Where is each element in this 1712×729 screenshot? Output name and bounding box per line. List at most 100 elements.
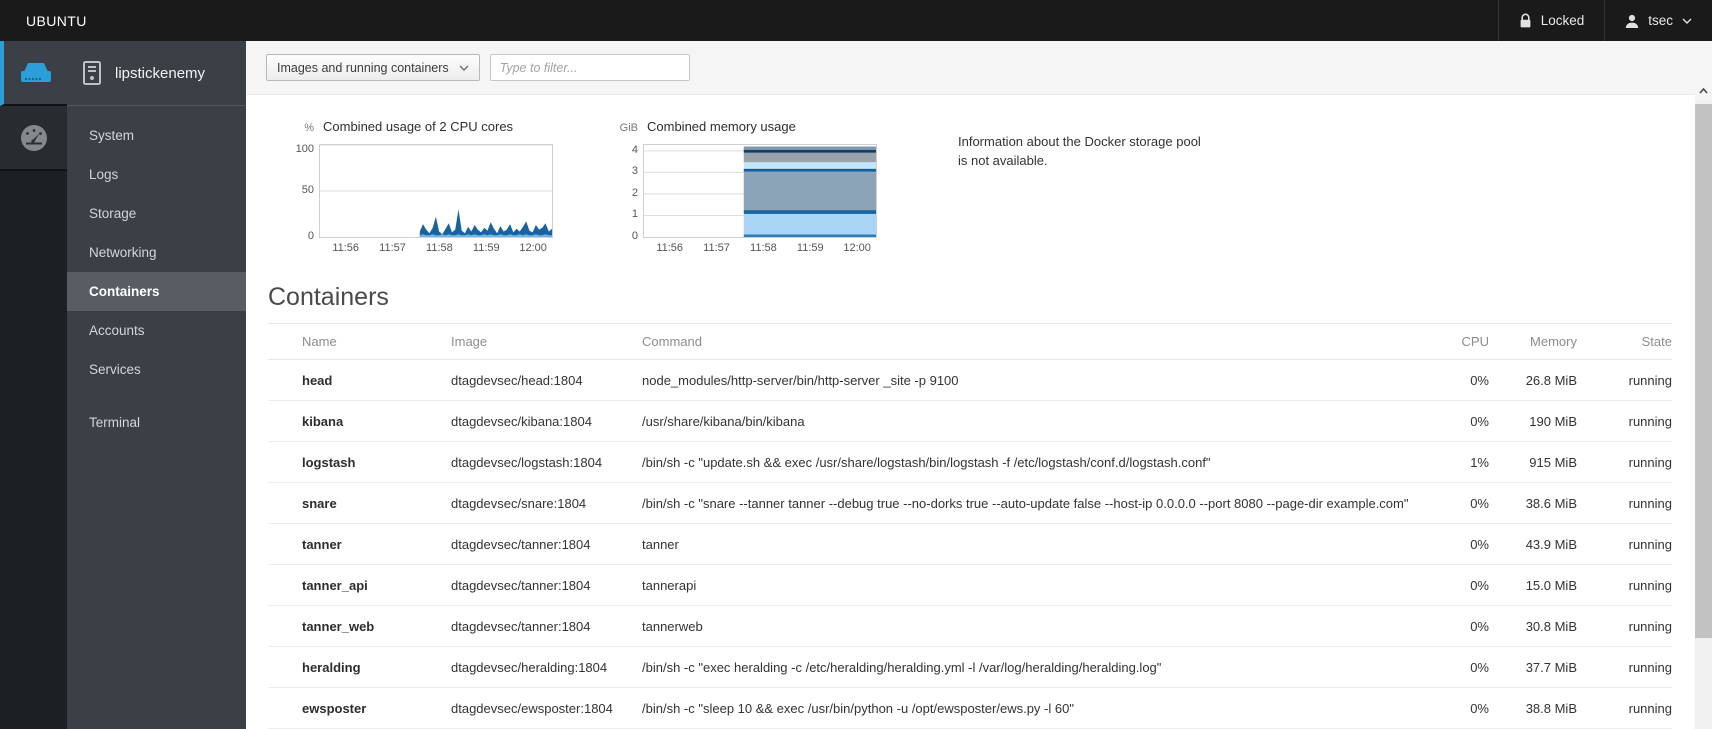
y-tick-label: 50 — [301, 184, 314, 196]
sidebar-item-accounts[interactable]: Accounts — [67, 311, 246, 350]
cell-name: heralding — [268, 646, 451, 688]
cpu-chart-unit: % — [304, 122, 314, 134]
table-row[interactable]: kibana dtagdevsec/kibana:1804/usr/share/k… — [268, 400, 1672, 442]
column-header-image: Image — [451, 323, 642, 360]
cell-cpu: 0% — [1409, 523, 1489, 565]
scroll-up-arrow[interactable] — [1695, 82, 1712, 100]
cell-name: tanner_web — [268, 605, 451, 647]
cell-cpu: 0% — [1409, 687, 1489, 729]
cell-cpu: 1% — [1409, 441, 1489, 483]
cell-command: /bin/sh -c "sleep 10 && exec /usr/bin/py… — [642, 687, 1409, 729]
sidebar-item-system[interactable]: System — [67, 116, 246, 155]
y-tick-label: 100 — [295, 143, 314, 155]
sidebar: lipstickenemy System Logs Storage Networkin… — [67, 41, 246, 729]
table-row[interactable]: head dtagdevsec/head:1804 node_modules/htt… — [268, 359, 1672, 401]
cell-command: tannerweb — [642, 605, 1409, 647]
column-header-state: State — [1577, 323, 1672, 360]
table-header-row: Name Image Command CPU Memory State — [268, 323, 1672, 360]
containers-filter-dropdown[interactable]: Images and running containers — [266, 54, 480, 81]
filter-dropdown-label: Images and running containers — [277, 60, 449, 75]
table-row[interactable]: snare dtagdevsec/snare:1804/bin/sh -c "sn… — [268, 482, 1672, 524]
cell-name: logstash — [268, 441, 451, 483]
cell-command: /bin/sh -c "snare --tanner tanner --debu… — [642, 482, 1409, 524]
storage-pool-note-line2: is not available. — [958, 152, 1048, 168]
cell-image: dtagdevsec/logstash:1804 — [451, 441, 642, 483]
cell-image: dtagdevsec/tanner:1804 — [451, 523, 642, 565]
cell-cpu: 0% — [1409, 564, 1489, 606]
x-tick-label: 11:56 — [332, 242, 360, 254]
cell-memory: 15.0 MiB — [1489, 564, 1577, 606]
cell-state: running — [1577, 523, 1672, 565]
cell-memory: 43.9 MiB — [1489, 523, 1577, 565]
main-panel: Images and running containers % Combined… — [246, 41, 1712, 729]
server-drive-icon — [20, 62, 51, 82]
cell-state: running — [1577, 605, 1672, 647]
containers-table: Name Image Command CPU Memory State head dtagd… — [268, 323, 1672, 729]
cpu-chart-plot — [319, 144, 553, 238]
x-tick-label: 11:59 — [472, 242, 500, 254]
cell-memory: 26.8 MiB — [1489, 359, 1577, 401]
y-tick-label: 1 — [631, 208, 638, 221]
hostname: lipstickenemy — [115, 64, 206, 82]
cell-command: node_modules/http-server/bin/http-server… — [642, 359, 1409, 401]
x-tick-label: 12:00 — [843, 242, 871, 254]
user-icon — [1626, 14, 1639, 28]
lock-icon — [1520, 13, 1531, 27]
user-menu[interactable]: tsec — [1604, 0, 1712, 41]
column-header-memory: Memory — [1489, 323, 1577, 360]
cell-cpu: 0% — [1409, 359, 1489, 401]
sidebar-menu: System Logs Storage Networking Containers Acc… — [67, 116, 246, 442]
cell-state: running — [1577, 482, 1672, 524]
charts-row: % Combined usage of 2 CPU cores 100 50 0 1… — [280, 119, 1672, 257]
host-header[interactable]: lipstickenemy — [67, 41, 246, 106]
cpu-chart-title: Combined usage of 2 CPU cores — [323, 119, 514, 134]
x-tick-label: 11:59 — [796, 242, 824, 254]
app-switcher — [0, 41, 67, 729]
cell-command: tannerapi — [642, 564, 1409, 606]
sidebar-item-storage[interactable]: Storage — [67, 194, 246, 233]
cell-name: head — [268, 359, 451, 401]
toolbar: Images and running containers — [246, 41, 1712, 95]
cell-cpu: 0% — [1409, 400, 1489, 442]
cell-image: dtagdevsec/tanner:1804 — [451, 605, 642, 647]
table-row[interactable]: heralding dtagdevsec/heralding:1804/bin/s… — [268, 646, 1672, 688]
username-label: tsec — [1648, 13, 1673, 28]
cpu-chart-xaxis: 11:56 11:57 11:58 11:59 12:00 — [319, 242, 553, 257]
server-tab[interactable] — [0, 41, 67, 106]
sidebar-item-terminal[interactable]: Terminal — [67, 403, 246, 442]
top-bar: UBUNTU Locked tsec — [0, 0, 1712, 41]
storage-pool-note-line1: Information about the Docker storage poo… — [958, 134, 1201, 149]
chevron-down-icon — [1682, 18, 1692, 24]
table-row[interactable]: tanner dtagdevsec/tanner:1804 tanner 0% 43.9… — [268, 523, 1672, 565]
table-row[interactable]: tanner_api dtagdevsec/tanner:1804 tannerap… — [268, 564, 1672, 606]
sidebar-item-containers[interactable]: Containers — [67, 272, 246, 311]
cpu-usage-chart: % Combined usage of 2 CPU cores 100 50 0 1… — [280, 119, 554, 257]
chevron-down-icon — [459, 65, 469, 71]
table-row[interactable]: logstash dtagdevsec/logstash:1804/bin/sh … — [268, 441, 1672, 483]
column-header-command: Command — [642, 323, 1409, 360]
cell-image: dtagdevsec/snare:1804 — [451, 482, 642, 524]
filter-input[interactable] — [489, 54, 690, 81]
dashboard-tab[interactable] — [0, 106, 67, 171]
scrollbar-thumb[interactable] — [1695, 104, 1712, 638]
y-tick-label: 2 — [631, 186, 638, 199]
sidebar-item-logs[interactable]: Logs — [67, 155, 246, 194]
containers-heading: Containers — [268, 283, 389, 311]
chevron-up-icon — [1699, 88, 1708, 94]
cell-image: dtagdevsec/heralding:1804 — [451, 646, 642, 688]
cell-image: dtagdevsec/tanner:1804 — [451, 564, 642, 606]
sidebar-item-networking[interactable]: Networking — [67, 233, 246, 272]
containers-table-body: head dtagdevsec/head:1804 node_modules/htt… — [268, 359, 1672, 729]
cell-name: snare — [268, 482, 451, 524]
cell-name: tanner — [268, 523, 451, 565]
host-server-icon — [83, 61, 101, 85]
cell-command: /usr/share/kibana/bin/kibana — [642, 400, 1409, 442]
scrollbar[interactable] — [1695, 82, 1712, 729]
cell-memory: 37.7 MiB — [1489, 646, 1577, 688]
table-row[interactable]: tanner_web dtagdevsec/tanner:1804 tannerwe… — [268, 605, 1672, 647]
table-row[interactable]: ewsposter dtagdevsec/ewsposter:1804/bin/s… — [268, 687, 1672, 729]
cell-state: running — [1577, 400, 1672, 442]
sidebar-item-services[interactable]: Services — [67, 350, 246, 389]
cell-state: running — [1577, 564, 1672, 606]
locked-indicator[interactable]: Locked — [1497, 0, 1605, 41]
